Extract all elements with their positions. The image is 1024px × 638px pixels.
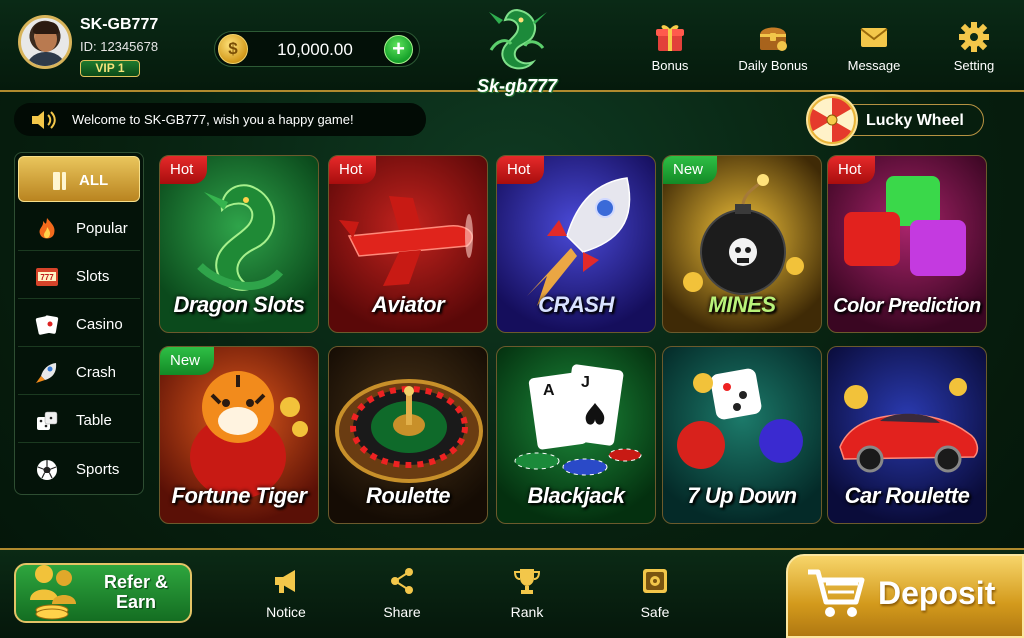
game-card-aviator[interactable]: Hot Aviator [328,155,488,333]
speaker-icon [32,111,56,129]
add-funds-button[interactable]: + [384,35,413,64]
category-table[interactable]: Table [18,397,140,443]
game-title: Car Roulette [844,483,970,508]
megaphone-icon [275,570,295,593]
rank-button[interactable]: Rank [492,566,562,622]
playing-cards-icon [35,315,59,335]
rocket-icon [36,363,57,383]
setting-label: Setting [953,58,995,73]
svg-text:A: A [543,382,555,399]
category-popular[interactable]: Popular [18,205,140,251]
daily-bonus-button[interactable]: Daily Bonus [731,20,815,80]
game-card-7-up-down[interactable]: 7 Up Down [662,346,822,524]
game-title: MINES [708,292,776,317]
notice-button[interactable]: Notice [251,566,321,622]
game-title: Dragon Slots [173,292,305,317]
category-label: Casino [76,316,123,333]
refer-earn-label: Refer & Earn [96,572,176,612]
setting-button[interactable]: Setting [932,20,1016,80]
share-label: Share [383,604,421,620]
game-card-color-prediction[interactable]: Hot Color Prediction [827,155,987,333]
hot-badge: Hot [828,156,876,184]
user-id: ID: 12345678 [80,39,159,54]
game-title: Color Prediction [833,295,981,317]
game-card-car-roulette[interactable]: Car Roulette [827,346,987,524]
hot-badge: Hot [497,156,545,184]
category-all[interactable]: ALL [18,156,140,202]
fire-icon [39,218,55,239]
game-card-mines[interactable]: New MINES [662,155,822,333]
soccer-ball-icon [37,460,57,480]
game-card-roulette[interactable]: Roulette [328,346,488,524]
message-label: Message [847,58,901,73]
category-slots[interactable]: 777 Slots [18,253,140,299]
game-card-blackjack[interactable]: A J Blackjack [496,346,656,524]
category-crash[interactable]: Crash [18,349,140,395]
refer-line2: Earn [115,592,157,612]
prize-wheel-icon[interactable] [804,92,860,148]
vip-badge[interactable]: VIP 1 [80,60,140,77]
envelope-icon [860,28,888,47]
svg-text:J: J [581,374,590,391]
trophy-icon [513,569,541,594]
game-card-crash[interactable]: Hot CRASH [496,155,656,333]
game-title: CRASH [538,292,614,317]
new-badge: New [160,347,215,375]
safe-button[interactable]: Safe [620,566,690,622]
category-label: Crash [76,364,117,381]
bonus-button[interactable]: Bonus [628,20,712,80]
category-sports[interactable]: Sports [18,446,140,492]
logo-text: Sk-gb777 [476,76,558,96]
category-label: Popular [76,220,128,237]
svg-text:777: 777 [40,273,54,282]
category-label: Slots [76,268,110,285]
safe-icon [643,569,667,593]
avatar[interactable] [18,15,72,69]
rank-label: Rank [510,604,544,620]
username: SK-GB777 [80,16,159,33]
treasure-chest-icon [760,27,787,51]
category-casino[interactable]: Casino [18,301,140,347]
game-title: Roulette [366,483,451,508]
gear-icon [959,22,989,52]
bonus-label: Bonus [651,58,689,73]
game-title: Fortune Tiger [171,483,307,508]
deposit-label: Deposit [878,575,996,611]
logo: Sk-gb777 [462,4,572,100]
hot-badge: Hot [329,156,377,184]
notice-text: Welcome to SK-GB777, wish you a happy ga… [72,112,354,127]
game-card-fortune-tiger[interactable]: New Fortune Tiger [159,346,319,524]
category-label: Sports [76,461,120,478]
balance-value: 10,000.00 [277,40,353,59]
safe-label: Safe [640,604,670,620]
dragon-logo-icon [489,8,547,70]
slot-machine-icon: 777 [36,268,58,286]
share-button[interactable]: Share [367,566,437,622]
refer-line1: Refer & [103,572,169,592]
game-title: Blackjack [527,483,625,508]
all-grid-icon [53,172,66,190]
category-label: Table [76,412,112,429]
daily-bonus-label: Daily Bonus [738,58,808,73]
game-title: 7 Up Down [687,483,797,508]
new-badge: New [663,156,718,184]
game-title: Aviator [371,292,445,317]
lucky-wheel-label: Lucky Wheel [866,112,964,129]
share-icon [391,568,413,594]
cart-icon [808,569,865,617]
coin-icon: $ [218,34,248,64]
gift-icon [656,25,684,51]
game-card-dragon-slots[interactable]: Hot Dragon Slots [159,155,319,333]
dice-icon [37,411,58,430]
category-label: ALL [79,172,109,189]
hot-badge: Hot [160,156,208,184]
notice-label: Notice [266,604,306,620]
people-coins-icon [30,565,76,620]
message-button[interactable]: Message [832,20,916,80]
